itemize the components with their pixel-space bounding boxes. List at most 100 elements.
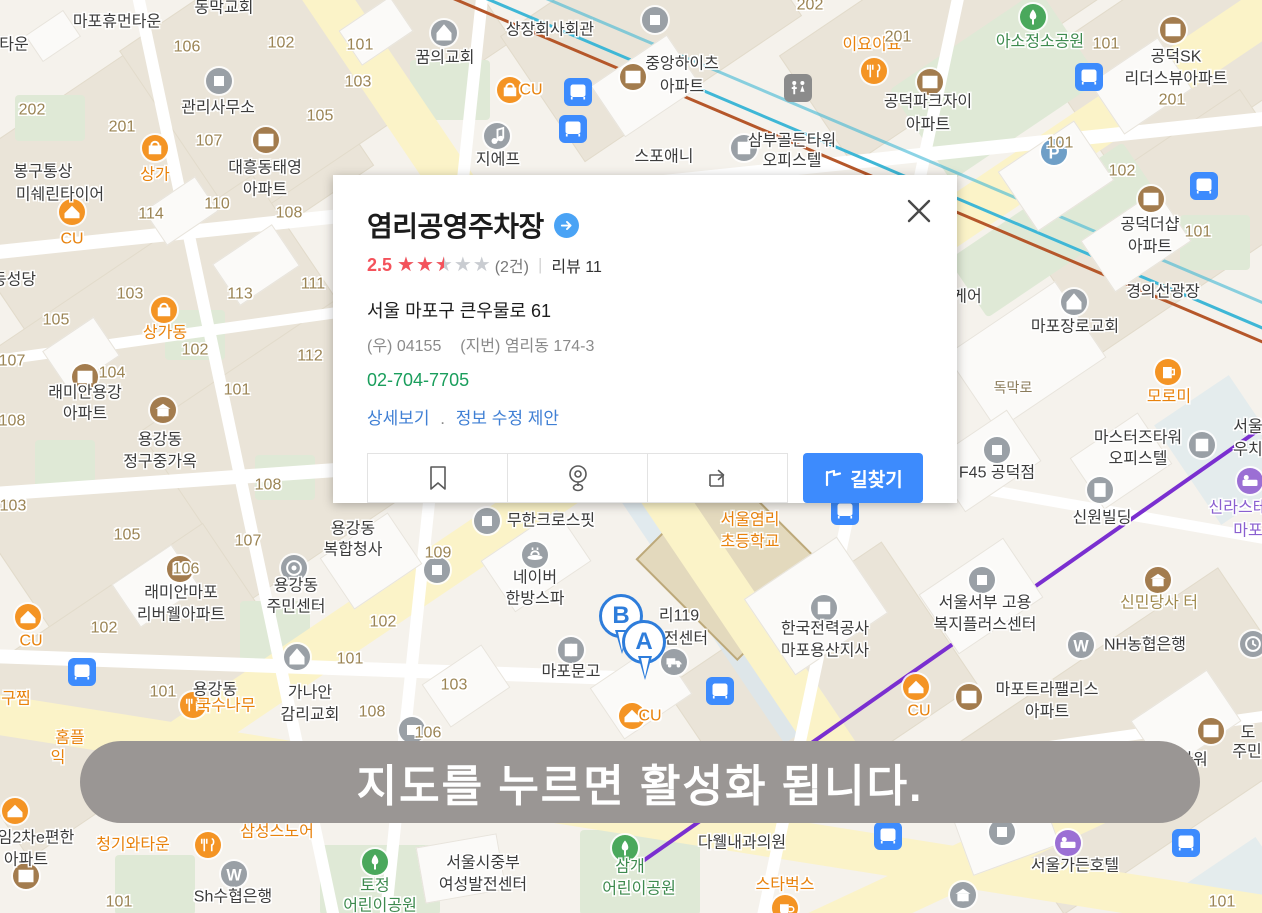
place-phone[interactable]: 02-704-7705 [367,370,923,391]
convenience-icon[interactable] [15,604,41,630]
beer-icon[interactable] [1155,359,1181,385]
church-icon[interactable] [284,644,310,670]
map-label: 타운 [0,36,29,54]
bus-stop-icon[interactable] [706,677,734,705]
park-icon[interactable] [362,849,388,875]
spa-icon[interactable] [522,542,548,568]
building-icon[interactable] [984,437,1010,463]
share-button[interactable] [648,453,788,503]
apartment-icon[interactable] [1138,186,1164,212]
office-icon[interactable] [811,595,837,621]
building-icon[interactable] [474,508,500,534]
apartment-icon[interactable] [917,69,943,95]
building-icon[interactable] [399,717,425,743]
close-icon [907,199,931,223]
place-address: 서울 마포구 큰우물로 61 [367,301,552,321]
music-icon[interactable] [484,123,510,149]
postal-code: 04155 [396,338,442,355]
convenience-icon[interactable] [903,674,929,700]
restroom-icon[interactable] [784,74,812,102]
map-pin-a[interactable]: A [622,620,668,680]
bus-stop-icon[interactable] [874,822,902,850]
map-label: 202 [796,0,824,14]
doc-icon[interactable] [1087,477,1113,503]
apartment-icon[interactable] [956,684,982,710]
arrow-right-circle-icon[interactable] [553,212,579,238]
building [24,9,82,63]
map-label: 전센터 [663,630,709,648]
office-icon[interactable] [731,135,757,161]
green-area [115,855,195,913]
bus-stop-icon[interactable] [1190,172,1218,200]
hotel-icon[interactable] [1237,468,1262,494]
building-icon[interactable] [424,557,450,583]
bank-icon[interactable]: W [221,861,247,887]
parking-icon[interactable]: P [1041,139,1067,165]
map-label: 청기와타운 [96,836,170,854]
pin-tail [638,656,652,680]
hanok-icon[interactable] [150,397,176,423]
convenience-icon[interactable] [619,703,645,729]
cafe-icon[interactable] [772,895,798,913]
apartment-icon[interactable] [167,556,193,582]
map-label: 108 [358,703,386,721]
convenience-icon[interactable] [2,798,28,824]
place-info-card: 염리공영주차장 2.5 ★★★★★ ★★★★★ (2건) | 리뷰 11 서울 … [333,175,957,503]
convenience-icon[interactable] [59,199,85,225]
building-icon[interactable] [969,567,995,593]
bookmark-button[interactable] [367,453,508,503]
apartment-icon[interactable] [620,64,646,90]
apartment-icon[interactable] [72,364,98,390]
book-icon[interactable] [558,637,584,663]
building [421,644,511,728]
bank-icon[interactable]: W [1068,632,1094,658]
review-count[interactable]: 리뷰 11 [551,253,602,277]
restaurant-icon[interactable] [180,692,206,718]
store-icon[interactable] [142,135,168,161]
apartment-icon[interactable] [253,127,279,153]
suggest-edit-link[interactable]: 정보 수정 제안 [456,409,559,428]
apartment-icon[interactable] [13,863,39,889]
map-label: Sh수협은행 [193,888,273,906]
map-label: 스포애니 [634,148,694,166]
apartment-icon[interactable] [1160,17,1186,43]
green-area [15,95,85,141]
place-title-row: 염리공영주차장 [367,205,923,245]
hotel-icon[interactable] [1055,830,1081,856]
map-label: 지에프 [475,151,521,169]
close-button[interactable] [895,187,943,235]
gov-icon[interactable] [281,555,307,581]
map-screen: PWW 마포휴먼타운 동막교회 타운 106 102 상장회사회관 꿈의교회 중앙하이츠 아파트… [0,0,1262,913]
church-icon[interactable] [1061,289,1087,315]
apartment-icon[interactable] [1198,718,1224,744]
clock-icon[interactable] [1240,631,1262,657]
office-icon[interactable] [1189,432,1215,458]
building-icon[interactable] [206,68,232,94]
bus-stop-icon[interactable] [559,115,587,143]
place-title: 염리공영주차장 [367,211,544,242]
bus-stop-icon[interactable] [564,78,592,106]
svg-text:W: W [226,866,242,884]
map-label: 삼성스노어 [240,823,314,841]
store-icon[interactable] [151,297,177,323]
hanok-icon[interactable] [1145,567,1171,593]
park-icon[interactable] [1020,4,1046,30]
park-icon[interactable] [612,835,638,861]
rating-separator: | [537,255,543,274]
directions-button[interactable]: 길찾기 [803,453,923,503]
toast-text: 지도를 누르면 활성화 됩니다. [356,762,924,811]
streetview-button[interactable] [508,453,648,503]
building-icon[interactable] [642,7,668,33]
hanok-icon[interactable] [950,882,976,908]
directions-label: 길찾기 [850,469,903,491]
church-icon[interactable] [431,20,457,46]
link-separator: . [440,409,446,428]
bus-stop-icon[interactable] [1075,63,1103,91]
store-icon[interactable] [497,77,523,103]
bus-stop-icon[interactable] [1172,829,1200,857]
bus-stop-icon[interactable] [68,658,96,686]
restaurant-icon[interactable] [195,832,221,858]
detail-link[interactable]: 상세보기 [367,409,430,428]
restaurant-icon[interactable] [861,58,887,84]
green-area [1180,215,1250,270]
